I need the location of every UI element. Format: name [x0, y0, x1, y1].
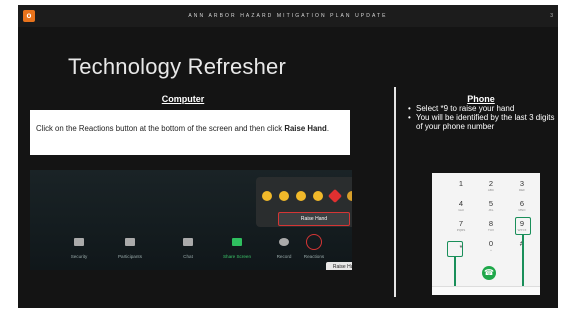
heart-icon — [327, 188, 343, 204]
computer-heading: Computer — [161, 94, 205, 104]
raise-hand-button: Raise Hand — [278, 212, 350, 226]
toolbar-label: Reactions — [303, 254, 325, 259]
joy-icon — [296, 191, 306, 201]
key-letters: PQRS — [456, 228, 466, 232]
instruction-suffix: . — [326, 124, 329, 133]
key-digit: 5 — [488, 199, 494, 208]
key-3: 3 DEF — [512, 179, 532, 192]
slide-title: Technology Refresher — [68, 54, 287, 79]
key-8: 8 TUV — [481, 219, 501, 232]
key-digit: 2 — [488, 179, 494, 188]
highlight-connector — [522, 235, 524, 287]
key-letters: MNO — [518, 208, 526, 212]
key-4: 4 GHI — [451, 199, 471, 212]
key-0: 0 + — [481, 239, 501, 252]
key-digit: 6 — [519, 199, 525, 208]
key-letters: JKL — [488, 208, 494, 212]
toolbar-label: Record — [276, 254, 292, 259]
key-7: 7 PQRS — [451, 219, 471, 232]
star-key-highlight — [447, 241, 463, 257]
instruction-text: Click on the Reactions button at the bot… — [36, 124, 285, 133]
computer-instruction: Click on the Reactions button at the bot… — [30, 110, 350, 155]
clap-icon — [262, 191, 272, 201]
key-digit: 7 — [458, 219, 464, 228]
toolbar-label: Chat — [183, 254, 193, 259]
key-6: 6 MNO — [512, 199, 532, 212]
share-screen-icon — [232, 238, 242, 246]
key-letters: ABC — [487, 188, 495, 192]
dialer-tab-bar — [432, 286, 540, 295]
key-digit: 1 — [458, 179, 464, 188]
header-title: ANN ARBOR HAZARD MITIGATION PLAN UPDATE — [188, 13, 388, 19]
zoom-screenshot: Raise Hand Raise Hand Security Participa… — [30, 170, 352, 270]
toolbar-share-screen: Share Screen — [216, 238, 258, 268]
slide: o ANN ARBOR HAZARD MITIGATION PLAN UPDAT… — [18, 5, 558, 308]
bullet-item: You will be identified by the last 3 dig… — [406, 113, 556, 131]
nine-key-highlight — [515, 217, 531, 235]
call-icon: ☎ — [482, 266, 496, 280]
toolbar-security: Security — [58, 238, 100, 268]
key-2: 2 ABC — [481, 179, 501, 192]
key-digit: 0 — [488, 239, 494, 248]
key-digit: 3 — [519, 179, 525, 188]
open-mouth-icon — [313, 191, 323, 201]
phone-keypad-image: 1 2 ABC 3 DEF 4 GHI 5 JKL 6 MNO 7 PQRS 8 TUV 9W… — [432, 173, 540, 295]
party-icon — [347, 191, 352, 201]
slide-header: o ANN ARBOR HAZARD MITIGATION PLAN UPDAT… — [18, 5, 558, 27]
toolbar-reactions: Reactions — [293, 238, 335, 268]
phone-heading: Phone — [467, 94, 495, 104]
page-number: 3 — [550, 13, 553, 19]
key-letters: GHI — [458, 208, 464, 212]
thumbs-up-icon — [279, 191, 289, 201]
highlight-connector — [454, 257, 456, 287]
participants-icon — [125, 238, 135, 246]
key-letters: DEF — [519, 188, 525, 192]
key-1: 1 — [451, 179, 471, 188]
chat-icon — [183, 238, 193, 246]
toolbar-label: Share Screen — [222, 254, 252, 259]
toolbar-label: Participants — [117, 254, 142, 259]
column-divider — [394, 87, 396, 297]
toolbar-participants: Participants — [109, 238, 151, 268]
phone-instructions: Select *9 to raise your hand You will be… — [406, 104, 556, 131]
reactions-icon — [309, 238, 319, 246]
key-digit: 8 — [488, 219, 494, 228]
shield-icon — [74, 238, 84, 246]
toolbar-chat: Chat — [167, 238, 209, 268]
key-5: 5 JKL — [481, 199, 501, 212]
toolbar-label: Security — [70, 254, 88, 259]
key-digit: 4 — [458, 199, 464, 208]
key-letters: + — [490, 248, 492, 252]
bullet-item: Select *9 to raise your hand — [406, 104, 556, 113]
instruction-bold: Raise Hand — [284, 124, 327, 133]
key-letters: TUV — [488, 228, 494, 232]
record-icon — [279, 238, 289, 246]
